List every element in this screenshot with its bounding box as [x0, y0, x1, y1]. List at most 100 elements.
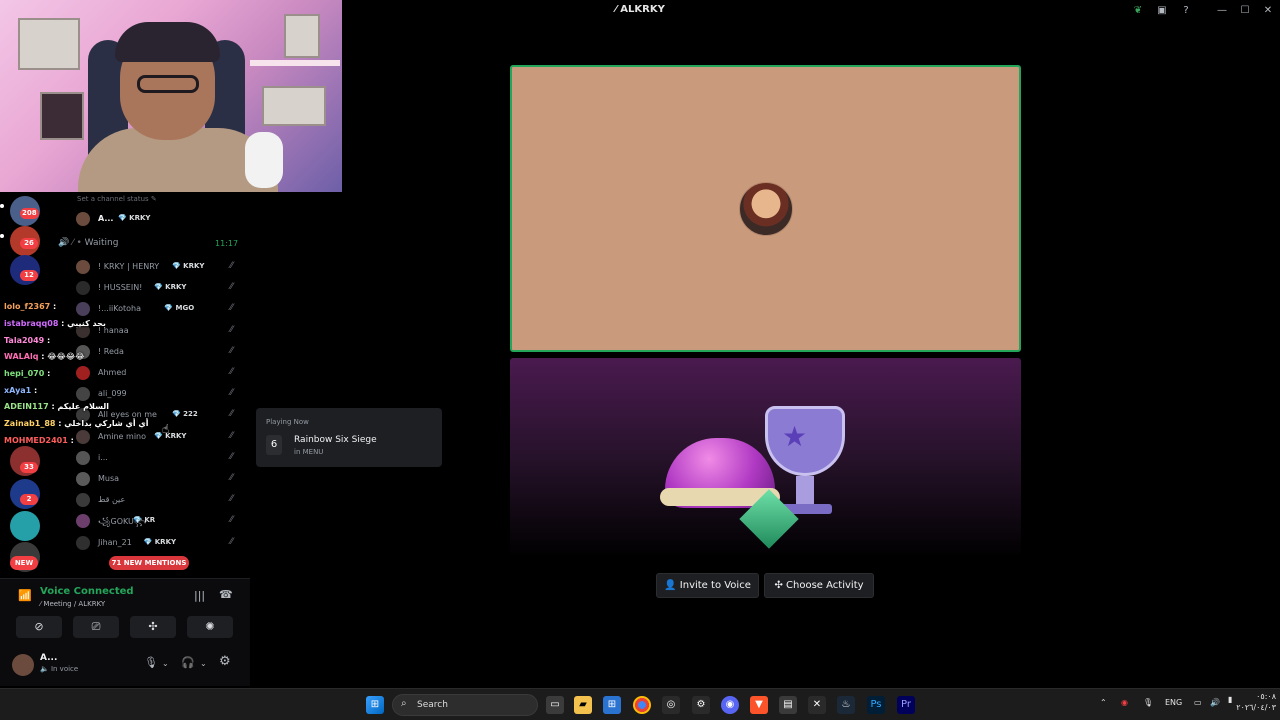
member-tag: 💎 KRKY — [154, 432, 186, 440]
server-icon[interactable] — [10, 511, 40, 541]
voice-member[interactable]: ali_099 ⁄⁄ — [76, 385, 246, 403]
camera-off-button[interactable]: ⊘ — [16, 616, 62, 638]
disconnect-icon[interactable]: ☎ — [219, 588, 233, 601]
user-status: 🔈 In voice — [40, 665, 79, 673]
close-button[interactable]: ✕ — [1260, 3, 1276, 19]
chevron-down-icon[interactable]: ⌄ — [200, 659, 207, 668]
language-indicator[interactable]: ENG — [1165, 698, 1182, 707]
member-name: i... — [98, 452, 108, 462]
user-status-text: In voice — [50, 665, 79, 673]
voice-member[interactable]: ! KRKY | HENRY 💎 KRKY ⁄⁄ — [76, 258, 246, 276]
shelf-award — [284, 14, 320, 58]
unread-badge: 26 — [20, 238, 38, 249]
noise-suppression-icon[interactable]: ||| — [194, 589, 205, 602]
microphone-icon[interactable]: 🎙 — [144, 656, 158, 669]
chat-separator: : — [44, 369, 51, 378]
channel-name: Waiting — [84, 238, 119, 248]
voice-member[interactable]: Ahmed ⁄⁄ — [76, 364, 246, 382]
voice-channel-waiting[interactable]: 🔊 ⁄ • Waiting 11:17 — [58, 238, 248, 258]
new-mentions-button[interactable]: 71 NEW MENTIONS — [109, 556, 189, 570]
choose-activity-button[interactable]: ✣ Choose Activity — [764, 573, 874, 598]
settings-gear-icon[interactable]: ⚙ — [219, 654, 231, 669]
avatar — [76, 302, 90, 317]
chat-separator: : — [67, 436, 74, 445]
chat-text: بحد كنيبي — [67, 319, 106, 328]
chat-message: istabraqq08 : بحد كنيبي — [4, 319, 106, 328]
participant-avatar — [739, 182, 793, 236]
streaming-muted-icon: ⁄⁄ — [230, 494, 234, 505]
capcut-icon[interactable]: ✕ — [808, 696, 826, 714]
clock-date: ٢٠٢٦/٠٤/٠٣ — [1236, 703, 1276, 712]
network-icon[interactable]: ▭ — [1194, 698, 1202, 707]
premiere-icon[interactable]: Pr — [897, 696, 915, 714]
streaming-muted-icon: ⁄⁄ — [230, 388, 234, 399]
windows-start-icon[interactable]: ⊞ — [366, 696, 384, 714]
screen-share-button[interactable]: ⎚ — [73, 616, 119, 638]
chat-separator: : — [55, 419, 65, 428]
voice-member[interactable]: ꧁GOKU꧂ 💎 KR ⁄⁄ — [76, 512, 246, 530]
unread-dot — [0, 204, 4, 208]
voice-member[interactable]: ! HUSSEIN! 💎 KRKY ⁄⁄ — [76, 279, 246, 297]
channel-list: Set a channel status ✎ A... 💎 KRKY 🔊 ⁄ •… — [50, 192, 250, 582]
volume-icon[interactable]: 🔊 — [1210, 698, 1220, 707]
chat-username: hepi_070 — [4, 369, 45, 378]
user-name: A... — [40, 653, 58, 663]
voice-member[interactable]: !...iiKotoha 💎 MGO ⁄⁄ — [76, 300, 246, 318]
editor-icon[interactable]: ▤ — [779, 696, 797, 714]
minimize-button[interactable]: — — [1214, 3, 1230, 19]
inbox-icon[interactable]: ▣ — [1154, 3, 1170, 19]
voice-member[interactable]: Jihan_21 💎 KRKY ⁄⁄ — [76, 534, 246, 552]
voice-participant-tile[interactable] — [510, 65, 1021, 352]
clock[interactable]: ٠٥:٠٨ ٢٠٢٦/٠٤/٠٣ — [1232, 691, 1276, 713]
leaf-icon[interactable]: ❦ — [1130, 3, 1146, 19]
help-icon[interactable]: ? — [1178, 3, 1194, 19]
steam-icon[interactable]: ♨ — [837, 696, 855, 714]
store-icon[interactable]: ⊞ — [603, 696, 621, 714]
gem-icon: 💎 — [133, 516, 145, 525]
chat-username: istabraqq08 — [4, 319, 59, 328]
voice-member[interactable]: Amine mino 💎 KRKY ⁄⁄ — [76, 428, 246, 446]
cursor-icon: ☝ — [162, 422, 170, 436]
chat-separator: : — [44, 336, 51, 345]
voice-location[interactable]: ⁄ Meeting / ALKRKY — [40, 600, 105, 608]
search-icon: ⌕ — [401, 698, 407, 709]
webcam-overlay — [0, 0, 342, 192]
frame-decor — [40, 92, 84, 140]
invite-to-voice-button[interactable]: 👤 Invite to Voice — [656, 573, 759, 598]
chevron-down-icon[interactable]: ⌄ — [162, 659, 169, 668]
chrome-icon[interactable] — [633, 696, 651, 714]
signal-icon[interactable]: 📶 — [18, 589, 32, 602]
playing-now-popup[interactable]: Playing Now 6 Rainbow Six Siege in MENU — [256, 408, 442, 467]
chat-separator: : — [58, 319, 68, 328]
soundboard-button[interactable]: ✺ — [187, 616, 233, 638]
member-tag: 💎 KRKY — [118, 214, 151, 222]
brave-icon[interactable]: ▼ — [750, 696, 768, 714]
voice-member[interactable]: A... 💎 KRKY — [76, 210, 246, 228]
channel-status-hint[interactable]: Set a channel status ✎ — [77, 195, 157, 203]
speaker-icon: 🔊 — [58, 238, 70, 248]
voice-member[interactable]: Musa ⁄⁄ — [76, 470, 246, 488]
photoshop-icon[interactable]: Ps — [867, 696, 885, 714]
steam-settings-icon[interactable]: ⚙ — [692, 696, 710, 714]
activities-button[interactable]: ✣ — [130, 616, 176, 638]
tray-chevron-up-icon[interactable]: ⌃ — [1100, 698, 1107, 707]
discord-icon[interactable]: ◉ — [721, 696, 739, 714]
taskbar-search[interactable]: ⌕ Search — [392, 694, 538, 716]
play-button-award — [18, 18, 80, 70]
file-explorer-icon[interactable]: ▰ — [574, 696, 592, 714]
streaming-muted-icon: ⁄⁄ — [230, 409, 234, 420]
headphones-icon[interactable]: 🎧 — [181, 656, 195, 669]
tray-app-icon[interactable]: ◉ — [1121, 698, 1128, 707]
tray-mic-icon[interactable]: 🎙 — [1143, 698, 1153, 707]
obs-icon[interactable]: ◎ — [662, 696, 680, 714]
voice-member[interactable]: i... ⁄⁄ — [76, 449, 246, 467]
voice-member[interactable]: ! Reda ⁄⁄ — [76, 343, 246, 361]
user-avatar[interactable] — [12, 654, 34, 676]
voice-member[interactable]: عين قط ⁄⁄ — [76, 491, 246, 509]
gem-icon: 💎 — [154, 283, 166, 292]
new-badge[interactable]: NEW — [10, 556, 38, 570]
task-view-icon[interactable]: ▭ — [546, 696, 564, 714]
maximize-button[interactable]: ☐ — [1237, 3, 1253, 19]
member-tag: 💎 KR — [133, 516, 155, 524]
member-name: Amine mino — [98, 431, 147, 441]
